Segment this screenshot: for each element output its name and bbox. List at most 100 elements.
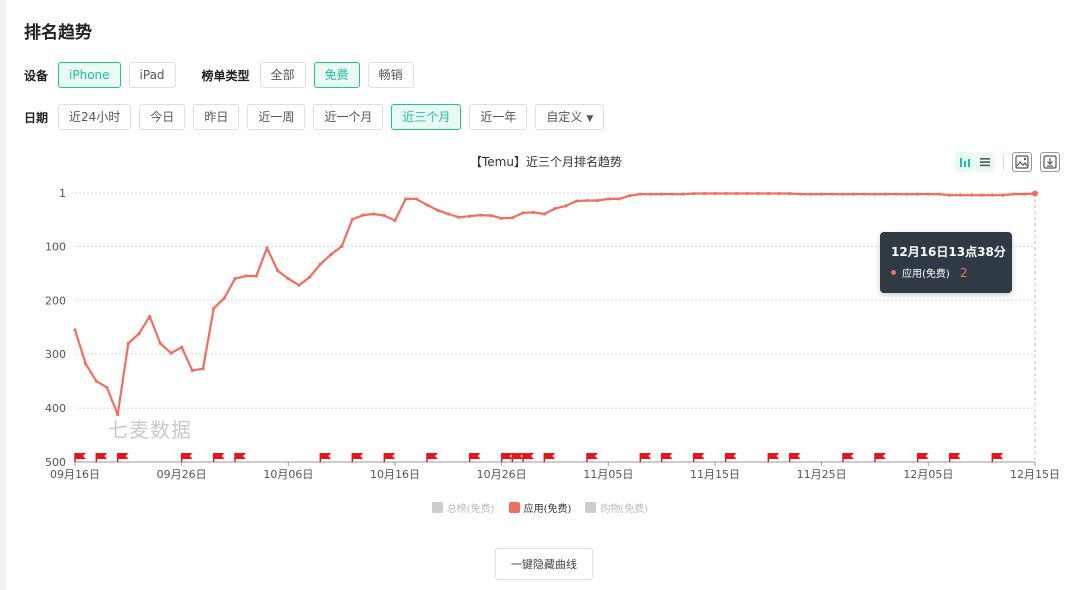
data-point[interactable] xyxy=(980,193,984,197)
flag-icon[interactable] xyxy=(116,453,129,462)
data-point[interactable] xyxy=(841,192,845,196)
data-point[interactable] xyxy=(638,192,642,196)
data-point[interactable] xyxy=(233,277,237,281)
flag-icon[interactable] xyxy=(511,453,524,462)
data-point[interactable] xyxy=(148,314,152,319)
data-point[interactable] xyxy=(894,192,898,196)
data-point[interactable] xyxy=(73,328,77,332)
data-point[interactable] xyxy=(169,351,173,355)
data-point[interactable] xyxy=(254,274,258,278)
data-point[interactable] xyxy=(660,192,664,196)
data-point[interactable] xyxy=(1022,192,1026,196)
data-point[interactable] xyxy=(286,277,290,281)
data-point[interactable] xyxy=(425,203,429,207)
chart-type-all-button[interactable]: 全部 xyxy=(259,62,306,88)
data-point[interactable] xyxy=(180,345,184,349)
flag-icon[interactable] xyxy=(660,453,673,462)
chart-type-free-button[interactable]: 免费 xyxy=(313,62,360,88)
date-24h-button[interactable]: 近24小时 xyxy=(58,104,132,130)
date-today-button[interactable]: 今日 xyxy=(139,104,186,130)
date-custom-dropdown[interactable]: 自定义 ▼ xyxy=(535,104,605,130)
data-point[interactable] xyxy=(414,197,418,201)
data-point[interactable] xyxy=(340,244,344,248)
data-point[interactable] xyxy=(1001,193,1005,197)
data-point[interactable] xyxy=(105,386,109,390)
data-point[interactable] xyxy=(404,197,408,201)
data-point[interactable] xyxy=(158,341,162,346)
data-point[interactable] xyxy=(137,332,141,336)
flag-icon[interactable] xyxy=(639,453,652,462)
data-point[interactable] xyxy=(436,208,440,212)
data-point[interactable] xyxy=(724,191,728,196)
legend-item-shopping-free[interactable]: 购物(免费) xyxy=(585,500,648,515)
date-week-button[interactable]: 近一周 xyxy=(247,104,306,130)
data-point[interactable] xyxy=(393,218,397,223)
data-point[interactable] xyxy=(788,191,792,196)
data-point[interactable] xyxy=(372,212,376,216)
data-point[interactable] xyxy=(553,207,557,211)
date-year-button[interactable]: 近一年 xyxy=(469,104,528,130)
flag-icon[interactable] xyxy=(522,453,534,462)
date-yesterday-button[interactable]: 昨日 xyxy=(193,104,240,130)
data-point[interactable] xyxy=(1012,192,1016,196)
flag-icon[interactable] xyxy=(692,453,705,462)
flag-icon[interactable] xyxy=(842,453,854,462)
flag-icon[interactable] xyxy=(948,453,961,462)
data-point[interactable] xyxy=(692,191,696,196)
data-point[interactable] xyxy=(916,192,920,196)
flag-icon[interactable] xyxy=(383,453,396,462)
flag-icon[interactable] xyxy=(991,453,1004,462)
data-point[interactable] xyxy=(628,194,632,198)
data-point[interactable] xyxy=(468,214,472,218)
data-point[interactable] xyxy=(84,362,88,366)
hide-all-curves-button[interactable]: 一键隐藏曲线 xyxy=(495,548,593,580)
data-point[interactable] xyxy=(222,296,226,300)
data-point[interactable] xyxy=(446,212,450,216)
flag-icon[interactable] xyxy=(724,453,737,462)
data-point[interactable] xyxy=(734,191,738,196)
flag-icon[interactable] xyxy=(180,453,193,462)
data-point[interactable] xyxy=(905,192,909,196)
data-point[interactable] xyxy=(297,283,301,287)
data-point[interactable] xyxy=(969,193,973,197)
data-point[interactable] xyxy=(500,216,504,220)
data-point[interactable] xyxy=(510,216,514,220)
data-point[interactable] xyxy=(318,262,322,266)
data-point[interactable] xyxy=(809,192,813,196)
flag-icon[interactable] xyxy=(351,453,364,462)
data-point[interactable] xyxy=(756,191,760,196)
data-point[interactable] xyxy=(958,193,962,197)
flag-icon[interactable] xyxy=(468,453,481,462)
data-point[interactable] xyxy=(766,191,770,196)
data-point[interactable] xyxy=(521,211,525,215)
data-point[interactable] xyxy=(852,192,856,196)
flag-icon[interactable] xyxy=(788,453,801,462)
data-point[interactable] xyxy=(670,192,674,196)
data-point[interactable] xyxy=(873,192,877,196)
data-point[interactable] xyxy=(564,204,568,208)
data-point[interactable] xyxy=(820,192,824,196)
data-point[interactable] xyxy=(126,341,130,346)
data-point[interactable] xyxy=(361,213,365,217)
data-point[interactable] xyxy=(329,252,333,257)
data-point[interactable] xyxy=(308,275,312,279)
flag-icon[interactable] xyxy=(426,453,438,462)
flag-icon[interactable] xyxy=(586,453,598,462)
device-iphone-button[interactable]: iPhone xyxy=(58,62,121,88)
data-point[interactable] xyxy=(457,215,461,219)
data-point[interactable] xyxy=(1032,190,1038,197)
data-point[interactable] xyxy=(532,210,536,215)
data-point[interactable] xyxy=(702,191,706,196)
data-point[interactable] xyxy=(489,214,493,218)
chart-type-grossing-button[interactable]: 畅销 xyxy=(367,62,414,88)
data-point[interactable] xyxy=(745,191,749,196)
date-month-button[interactable]: 近一个月 xyxy=(313,104,384,130)
data-point[interactable] xyxy=(606,197,610,201)
flag-icon[interactable] xyxy=(543,453,556,462)
data-point[interactable] xyxy=(596,198,600,203)
data-point[interactable] xyxy=(244,274,248,278)
data-point[interactable] xyxy=(478,213,482,217)
flag-icon[interactable] xyxy=(95,453,108,462)
flag-icon[interactable] xyxy=(234,453,246,462)
data-point[interactable] xyxy=(937,192,941,196)
